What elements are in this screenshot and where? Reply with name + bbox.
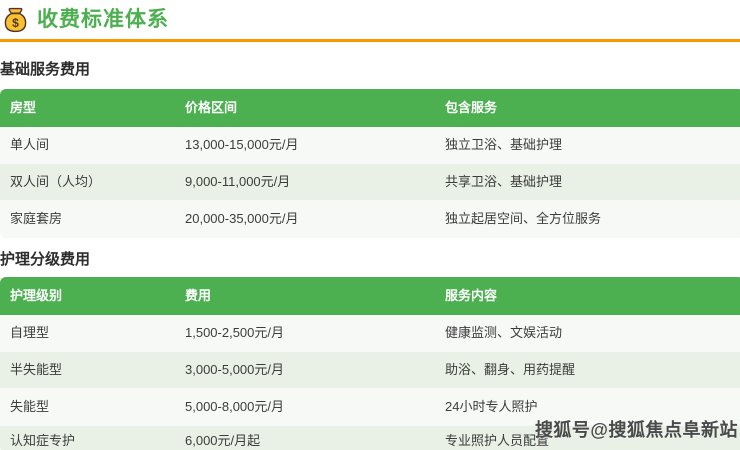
table-row-single-room: 单人间 13,000-15,000元/月 独立卫浴、基础护理 [0,127,740,164]
column-header-care-level: 护理级别 [0,277,175,315]
cell-service-content: 助浴、翻身、用药提醒 [435,352,740,389]
money-bag-icon: $ [3,7,28,33]
table-row-semi-disabled: 半失能型 3,000-5,000元/月 助浴、翻身、用药提醒 [0,352,740,389]
table-row-family-suite: 家庭套房 20,000-35,000元/月 独立起居空间、全方位服务 [0,201,740,238]
column-header-price-range: 价格区间 [175,89,435,127]
cell-fee: 6,000元/月起 [175,426,435,450]
section-basic-service-fees: 基础服务费用 房型 价格区间 包含服务 单人间 13,000-15,000元/月… [0,61,740,238]
page-title: 收费标准体系 [37,8,169,32]
orange-divider [0,39,740,42]
cell-room-type: 家庭套房 [0,201,175,238]
cell-care-level: 认知症专护 [0,426,175,450]
cell-care-level: 半失能型 [0,352,175,389]
basic-fees-table-wrap: 房型 价格区间 包含服务 单人间 13,000-15,000元/月 独立卫浴、基… [0,89,740,238]
cell-included-services: 共享卫浴、基础护理 [435,164,740,201]
table-header-row: 护理级别 费用 服务内容 [0,277,740,315]
column-header-service-content: 服务内容 [435,277,740,315]
basic-fees-table: 房型 价格区间 包含服务 单人间 13,000-15,000元/月 独立卫浴、基… [0,89,740,238]
cell-fee: 5,000-8,000元/月 [175,389,435,426]
cell-room-type: 单人间 [0,127,175,164]
cell-care-level: 失能型 [0,389,175,426]
article-page: $ 收费标准体系 基础服务费用 房型 价格区间 包含服务 单人间 [0,0,740,450]
table-row-self-care: 自理型 1,500-2,500元/月 健康监测、文娱活动 [0,315,740,352]
cell-included-services: 独立起居空间、全方位服务 [435,201,740,238]
column-header-fee: 费用 [175,277,435,315]
cell-price-range: 13,000-15,000元/月 [175,127,435,164]
cell-room-type: 双人间（人均） [0,164,175,201]
table-row-double-room: 双人间（人均） 9,000-11,000元/月 共享卫浴、基础护理 [0,164,740,201]
cell-fee: 3,000-5,000元/月 [175,352,435,389]
cell-price-range: 20,000-35,000元/月 [175,201,435,238]
svg-text:$: $ [12,16,19,30]
cell-service-content: 健康监测、文娱活动 [435,315,740,352]
cell-fee: 1,500-2,500元/月 [175,315,435,352]
column-header-included-services: 包含服务 [435,89,740,127]
section-heading-basic-fees: 基础服务费用 [0,61,740,79]
section-heading-nursing-fees: 护理分级费用 [0,251,740,269]
cell-included-services: 独立卫浴、基础护理 [435,127,740,164]
table-header-row: 房型 价格区间 包含服务 [0,89,740,127]
cell-care-level: 自理型 [0,315,175,352]
sohu-watermark: 搜狐号@搜狐焦点阜新站 [535,416,738,442]
cell-price-range: 9,000-11,000元/月 [175,164,435,201]
page-header: $ 收费标准体系 [0,0,740,33]
column-header-room-type: 房型 [0,89,175,127]
